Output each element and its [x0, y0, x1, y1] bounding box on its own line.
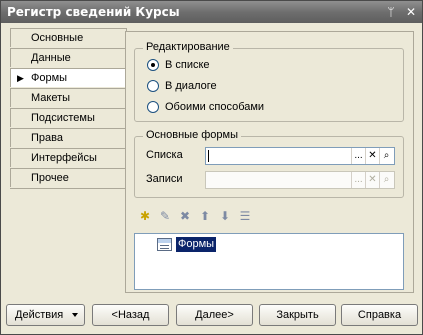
- window-title: Регистр сведений Курсы: [7, 5, 180, 19]
- record-form-label: Записи: [146, 173, 183, 185]
- add-form-icon[interactable]: ✱: [138, 209, 152, 223]
- close-button[interactable]: Закрыть: [259, 304, 336, 326]
- sidebar-item-main[interactable]: Основные: [10, 28, 127, 47]
- next-button[interactable]: Далее>: [176, 304, 253, 326]
- sidebar-item-other[interactable]: Прочее: [10, 168, 127, 187]
- clear-icon[interactable]: ✕: [365, 148, 379, 164]
- title-bar[interactable]: Регистр сведений Курсы ᛘ ✕: [1, 1, 422, 23]
- sidebar-item-interfaces[interactable]: Интерфейсы: [10, 148, 127, 167]
- forms-panel: Редактирование В списке В диалоге Обоими…: [125, 31, 414, 293]
- next-button-label: Далее>: [195, 309, 234, 321]
- dialog-window: Регистр сведений Курсы ᛘ ✕ Основные Данн…: [0, 0, 423, 335]
- sidebar-item-forms[interactable]: ▶ Формы: [10, 68, 128, 87]
- help-button-label: Справка: [357, 309, 402, 321]
- select-button[interactable]: ...: [351, 172, 365, 188]
- sidebar-item-label: Макеты: [31, 92, 71, 104]
- back-button[interactable]: <Назад: [92, 304, 169, 326]
- help-button[interactable]: Справка: [341, 304, 418, 326]
- list-form-label: Списка: [146, 149, 183, 161]
- main-forms-group: Основные формы Списка ... ✕ ⌕ Записи ...…: [134, 129, 404, 198]
- forms-folder-icon: [157, 238, 172, 251]
- clear-icon[interactable]: ✕: [365, 172, 379, 188]
- sidebar-item-label: Прочее: [31, 172, 69, 184]
- delete-form-icon[interactable]: ✖: [178, 209, 192, 223]
- radio-icon: [147, 101, 159, 113]
- forms-tree[interactable]: Формы: [134, 233, 404, 290]
- actions-button-label: Действия: [15, 309, 64, 321]
- tree-item-label: Формы: [176, 237, 217, 252]
- current-item-marker-icon: ▶: [17, 73, 24, 83]
- main-forms-group-title: Основные формы: [143, 129, 242, 141]
- sidebar-item-subsystems[interactable]: Подсистемы: [10, 108, 127, 127]
- open-icon[interactable]: ⌕: [379, 148, 393, 164]
- back-button-label: <Назад: [111, 309, 150, 321]
- sort-icon[interactable]: ☰: [238, 209, 252, 223]
- pin-icon[interactable]: ᛘ: [383, 4, 399, 20]
- sidebar-item-label: Права: [31, 132, 63, 144]
- dropdown-arrow-icon: [72, 313, 78, 317]
- move-up-icon[interactable]: ⬆: [198, 209, 212, 223]
- editing-group-title: Редактирование: [143, 41, 233, 53]
- radio-label: Обоими способами: [165, 101, 265, 113]
- actions-button[interactable]: Действия: [6, 304, 85, 326]
- record-form-field[interactable]: ... ✕ ⌕: [205, 171, 395, 189]
- sidebar-divider: [10, 188, 127, 189]
- move-down-icon[interactable]: ⬇: [218, 209, 232, 223]
- sidebar-item-label: Интерфейсы: [31, 152, 97, 164]
- list-form-field[interactable]: ... ✕ ⌕: [205, 147, 395, 165]
- text-caret: [208, 150, 209, 162]
- sidebar-item-data[interactable]: Данные: [10, 48, 127, 67]
- radio-label: В списке: [165, 59, 210, 71]
- radio-selected-icon: [147, 59, 159, 71]
- editing-group: Редактирование В списке В диалоге Обоими…: [134, 41, 404, 122]
- select-button[interactable]: ...: [351, 148, 365, 164]
- close-button-label: Закрыть: [276, 309, 319, 321]
- forms-toolbar: ✱ ✎ ✖ ⬆ ⬇ ☰: [138, 209, 278, 225]
- sidebar-item-label: Основные: [31, 32, 84, 44]
- sidebar-item-rights[interactable]: Права: [10, 128, 127, 147]
- radio-icon: [147, 80, 159, 92]
- sidebar-item-layouts[interactable]: Макеты: [10, 88, 127, 107]
- edit-form-icon[interactable]: ✎: [158, 209, 172, 223]
- radio-label: В диалоге: [165, 80, 217, 92]
- sidebar-item-label: Подсистемы: [31, 112, 95, 124]
- sidebar-item-label: Данные: [31, 52, 71, 64]
- close-icon[interactable]: ✕: [403, 4, 419, 20]
- sidebar-item-label: Формы: [31, 72, 68, 84]
- open-icon[interactable]: ⌕: [379, 172, 393, 188]
